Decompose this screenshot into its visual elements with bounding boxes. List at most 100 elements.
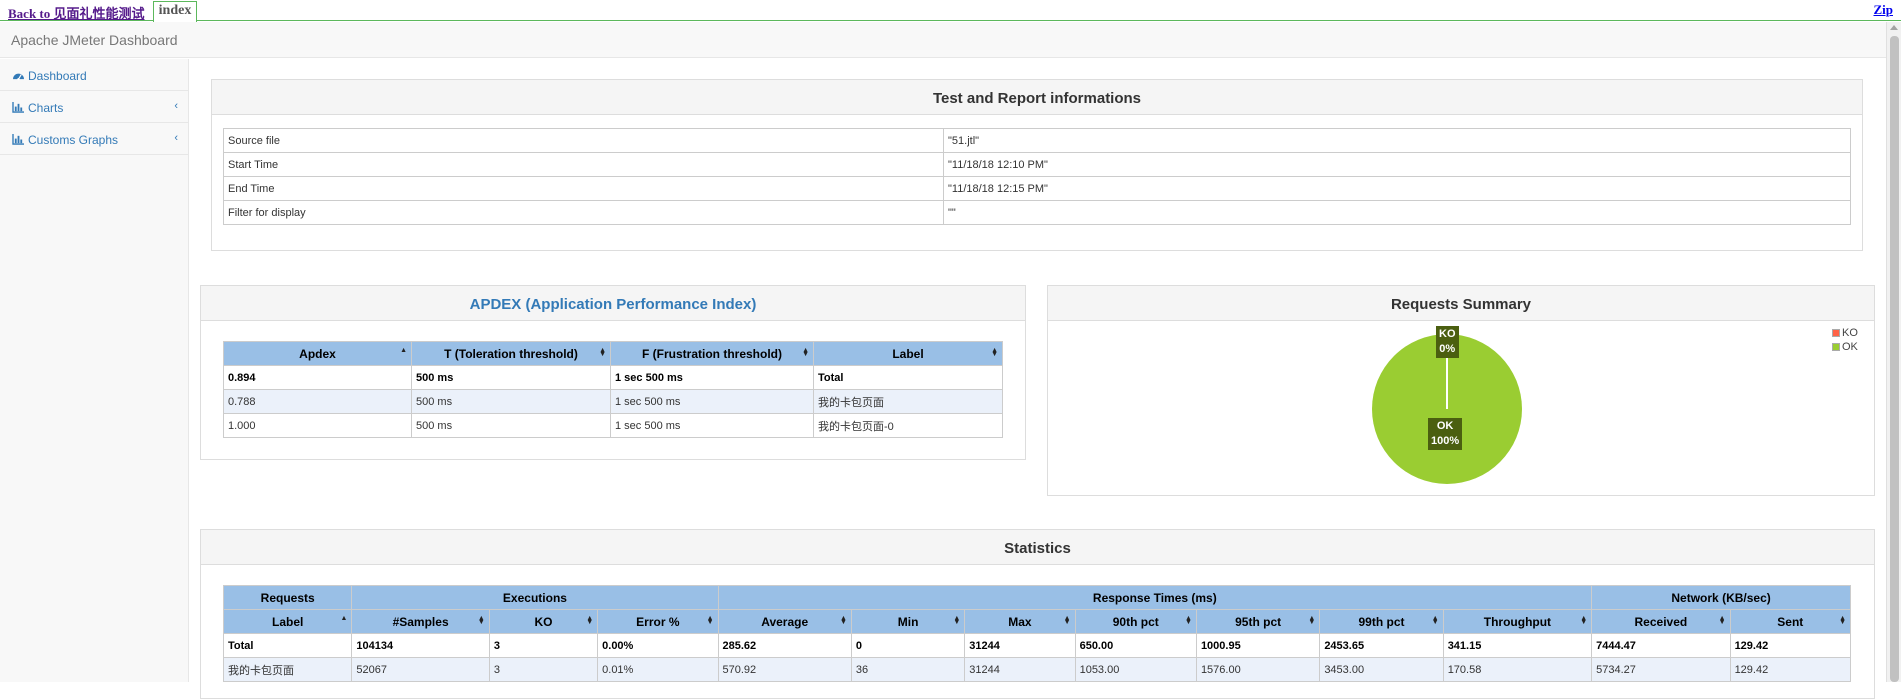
panel-title: APDEX (Application Performance Index) [201, 286, 1025, 321]
requests-pie-chart [1372, 334, 1522, 484]
column-header[interactable]: 95th pct ▲ ▼ [1195, 609, 1321, 634]
sort-icon: ▲ ▼ [1308, 615, 1316, 626]
column-header-frustration[interactable]: F (Frustration threshold) ▲ ▼ [610, 341, 814, 366]
column-header[interactable]: Sent ▲ ▼ [1729, 609, 1852, 634]
legend-label: OK [1842, 341, 1858, 353]
dashboard-icon [13, 73, 24, 81]
table-header-row: Apdex ▲ T (Toleration threshold) ▲ ▼ F (Fru… [223, 341, 1003, 366]
tab-index[interactable]: index [153, 1, 197, 22]
table-cell: 3 [488, 657, 599, 682]
table-cell: 104134 [351, 633, 490, 658]
back-link[interactable]: Back to 见面礼性能测试 [8, 3, 145, 22]
table-row: Source file "51.jtl" [223, 128, 1851, 153]
sort-icon: ▲ ▼ [1063, 615, 1071, 626]
sidebar-item-label: Charts [28, 101, 64, 115]
table-row: 0.894 500 ms 1 sec 500 ms Total [223, 365, 1003, 390]
column-header[interactable]: #Samples ▲ ▼ [351, 609, 490, 634]
column-header-label[interactable]: Label ▲ ▼ [813, 341, 1003, 366]
info-key: End Time [223, 176, 944, 201]
column-header-apdex[interactable]: Apdex ▲ [223, 341, 412, 366]
sort-icon: ▲ ▼ [991, 347, 998, 358]
requests-summary-panel: Requests Summary KO OK KO 0% OK 100% [1047, 285, 1875, 496]
table-cell: 500 ms [411, 413, 611, 438]
table-cell: 0.01% [597, 657, 719, 682]
table-cell: 500 ms [411, 365, 611, 390]
table-cell: 0.788 [223, 389, 412, 414]
sort-icon: ▲ ▼ [1431, 615, 1439, 626]
sidebar: Dashboard Charts ‹ Customs Graphs ‹ [0, 59, 189, 682]
legend-swatch-ok [1832, 343, 1840, 351]
table-cell: 1576.00 [1195, 657, 1321, 682]
table-cell: Total [222, 633, 353, 658]
column-header[interactable]: 90th pct ▲ ▼ [1074, 609, 1197, 634]
table-cell: 500 ms [411, 389, 611, 414]
table-row: Filter for display "" [223, 200, 1851, 225]
table-cell: 1 sec 500 ms [610, 365, 814, 390]
table-cell: 31244 [964, 633, 1076, 658]
page-scrollbar[interactable] [1886, 22, 1901, 682]
sort-icon: ▲ ▼ [1185, 615, 1192, 626]
sidebar-item-customs-graphs[interactable]: Customs Graphs ‹ [0, 123, 188, 155]
apdex-panel: APDEX (Application Performance Index) Ap… [200, 285, 1026, 460]
statistics-table: Requests Executions Response Times (ms) … [222, 585, 1852, 682]
sort-icon: ▲ ▼ [1839, 615, 1846, 626]
pie-label-ok: OK 100% [1428, 418, 1463, 450]
column-header[interactable]: Error % ▲ ▼ [597, 609, 719, 634]
legend-item-ok[interactable]: OK [1832, 341, 1858, 353]
column-header-toleration[interactable]: T (Toleration threshold) ▲ ▼ [411, 341, 611, 366]
sort-icon: ▲ [340, 615, 348, 622]
table-cell: 1.000 [223, 413, 412, 438]
app-header: Apache JMeter Dashboard [0, 22, 1886, 58]
table-row: Start Time "11/18/18 12:10 PM" [223, 152, 1851, 177]
pie-label-ko: KO 0% [1436, 326, 1459, 358]
apdex-table: Apdex ▲ T (Toleration threshold) ▲ ▼ F (Fru… [223, 341, 1003, 438]
table-row: End Time "11/18/18 12:15 PM" [223, 176, 1851, 201]
zip-link[interactable]: Zip [1873, 2, 1893, 18]
column-header[interactable]: Received ▲ ▼ [1591, 609, 1731, 634]
scrollbar-thumb[interactable] [1890, 36, 1899, 682]
table-cell: 1 sec 500 ms [610, 413, 814, 438]
sort-icon: ▲ ▼ [1718, 615, 1726, 626]
column-header[interactable]: Label ▲ [222, 609, 353, 634]
table-cell: 129.42 [1729, 657, 1852, 682]
table-group-row: Requests Executions Response Times (ms) … [222, 585, 1851, 610]
table-cell: 0 [850, 633, 966, 658]
pie-chart-area: KO OK KO 0% OK 100% [1048, 322, 1874, 496]
sidebar-item-label: Dashboard [28, 69, 87, 83]
group-header-response-times: Response Times (ms) [717, 585, 1593, 610]
table-cell: 570.92 [717, 657, 852, 682]
panel-title: Test and Report informations [212, 80, 1862, 115]
legend-item-ko[interactable]: KO [1832, 327, 1858, 339]
sort-icon: ▲ ▼ [953, 615, 961, 626]
table-cell: 我的卡包页面 [222, 657, 353, 682]
info-key: Source file [223, 128, 944, 153]
scroll-up-icon[interactable] [1890, 25, 1898, 30]
column-header[interactable]: KO ▲ ▼ [488, 609, 599, 634]
column-header[interactable]: Max ▲ ▼ [964, 609, 1076, 634]
sort-icon: ▲ ▼ [706, 615, 714, 626]
bar-chart-icon [12, 134, 24, 145]
table-row: 我的卡包页面 52067 3 0.01% 570.92 36 31244 1053.00 157… [222, 657, 1852, 682]
column-header[interactable]: 99th pct ▲ ▼ [1319, 609, 1444, 634]
column-header[interactable]: Throughput ▲ ▼ [1442, 609, 1593, 634]
column-header[interactable]: Average ▲ ▼ [717, 609, 852, 634]
sort-icon: ▲ ▼ [802, 347, 809, 358]
table-cell: 1053.00 [1074, 657, 1197, 682]
table-cell: 341.15 [1442, 633, 1593, 658]
group-header-network: Network (KB/sec) [1591, 585, 1851, 610]
table-cell: 3453.00 [1319, 657, 1444, 682]
app-title[interactable]: Apache JMeter Dashboard [11, 32, 178, 48]
table-cell: 0.00% [597, 633, 719, 658]
sort-icon: ▲ [400, 347, 407, 354]
info-value: "11/18/18 12:15 PM" [943, 176, 1851, 201]
group-header-executions: Executions [351, 585, 719, 610]
legend-label: KO [1842, 327, 1858, 339]
info-value: "" [943, 200, 1851, 225]
sidebar-item-dashboard[interactable]: Dashboard [0, 59, 188, 91]
report-info-table: Source file "51.jtl" Start Time "11/18/1… [223, 128, 1851, 225]
sidebar-item-charts[interactable]: Charts ‹ [0, 91, 188, 123]
column-header[interactable]: Min ▲ ▼ [850, 609, 966, 634]
panel-title: Statistics [201, 530, 1874, 565]
chevron-left-icon: ‹ [174, 100, 178, 112]
table-cell: 3 [488, 633, 599, 658]
